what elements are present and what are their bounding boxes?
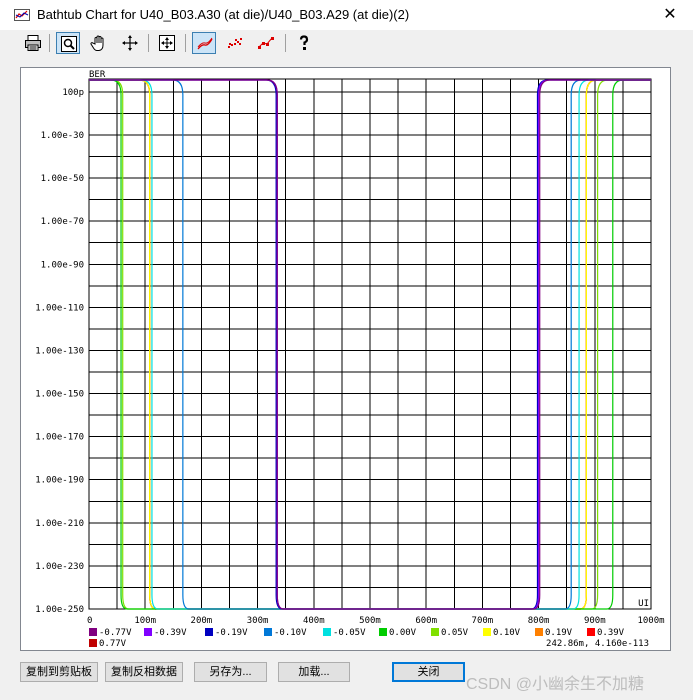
legend-swatch [323, 628, 331, 636]
close-button[interactable]: 关闭 [392, 662, 465, 682]
fit-view-button[interactable] [155, 32, 179, 54]
load-button[interactable]: 加载... [278, 662, 350, 682]
bathtub-chart-window: Bathtub Chart for U40_B03.A30 (at die)/U… [0, 0, 693, 700]
x-tick-label: 700m [472, 616, 494, 626]
legend-swatch [379, 628, 387, 636]
plot-area[interactable]: 100p 1.00e-30 1.00e-50 1.00e-70 1.00e-90 1.00… [20, 67, 671, 651]
legend-swatch [89, 628, 97, 636]
legend-label: -0.77V [99, 628, 132, 638]
legend-swatch [89, 639, 97, 647]
y-tick-label: 100p [62, 88, 84, 98]
line-dot-plot-icon [258, 37, 274, 49]
legend-label: -0.39V [154, 628, 187, 638]
cursor-readout: 242.86m, 4.160e-113 [546, 639, 649, 649]
y-tick-label: 1.00e-30 [41, 131, 84, 141]
legend-swatch [205, 628, 213, 636]
zoom-icon [61, 36, 77, 52]
toolbar-separator [285, 34, 286, 52]
fit-view-icon [159, 35, 175, 51]
y-tick-label: 1.00e-130 [35, 346, 84, 356]
x-tick-label: 200m [191, 616, 213, 626]
title-bar: Bathtub Chart for U40_B03.A30 (at die)/U… [0, 0, 693, 30]
line-plot-button[interactable] [192, 32, 216, 54]
y-tick-label: 1.00e-170 [35, 433, 84, 443]
y-tick-label: 1.00e-190 [35, 476, 84, 486]
legend-label: 0.19V [545, 628, 573, 638]
y-tick-label: 1.00e-50 [41, 174, 84, 184]
legend-label: 0.39V [597, 628, 625, 638]
y-tick-label: 1.00e-90 [41, 260, 84, 270]
copy-to-clipboard-button[interactable]: 复制到剪贴板 [20, 662, 98, 682]
x-tick-label: 400m [303, 616, 325, 626]
legend-swatch [431, 628, 439, 636]
help-icon [299, 35, 309, 50]
bathtub-chart[interactable]: 100p 1.00e-30 1.00e-50 1.00e-70 1.00e-90 1.00… [21, 68, 670, 650]
legend-swatch [587, 628, 595, 636]
y-tick-label: 1.00e-250 [35, 605, 84, 615]
x-tick-label: 500m [359, 616, 381, 626]
legend-label: -0.19V [215, 628, 248, 638]
x-tick-label: 300m [247, 616, 269, 626]
legend-label: 0.77V [99, 639, 127, 649]
pan-button[interactable] [87, 32, 111, 54]
dot-plot-button[interactable] [223, 32, 247, 54]
y-tick-label: 1.00e-230 [35, 562, 84, 572]
legend-label: 0.05V [441, 628, 469, 638]
save-as-button[interactable]: 另存为... [194, 662, 267, 682]
copy-inverse-data-button[interactable]: 复制反相数据 [105, 662, 183, 682]
legend-label: -0.10V [274, 628, 307, 638]
x-tick-label: 0 [87, 616, 92, 626]
crosshair-icon [122, 35, 138, 51]
zoom-button[interactable] [56, 32, 80, 54]
toolbar [0, 30, 693, 58]
close-window-button[interactable]: ✕ [647, 0, 693, 30]
dot-plot-icon [228, 38, 242, 48]
x-tick-label: 1000m [637, 616, 664, 626]
legend-swatch [483, 628, 491, 636]
y-tick-label: 1.00e-110 [35, 303, 84, 313]
legend-swatch [264, 628, 272, 636]
help-button[interactable] [292, 32, 316, 54]
toolbar-separator [49, 34, 50, 52]
y-tick-label: 1.00e-150 [35, 390, 84, 400]
window-title: Bathtub Chart for U40_B03.A30 (at die)/U… [37, 7, 410, 22]
pan-hand-icon [90, 35, 104, 51]
x-tick-label: 100m [134, 616, 156, 626]
line-dot-plot-button[interactable] [254, 32, 278, 54]
crosshair-button[interactable] [118, 32, 142, 54]
legend-label: 0.10V [493, 628, 521, 638]
print-button[interactable] [21, 32, 45, 54]
line-plot-icon [197, 37, 213, 50]
legend-label: -0.05V [333, 628, 366, 638]
legend-label: 0.00V [389, 628, 417, 638]
print-icon [25, 35, 41, 51]
y-axis-label: BER [89, 70, 106, 80]
x-tick-label: 900m [584, 616, 606, 626]
toolbar-separator [148, 34, 149, 52]
x-tick-label: 800m [528, 616, 550, 626]
legend-swatch [144, 628, 152, 636]
y-tick-label: 1.00e-70 [41, 217, 84, 227]
chart-app-icon [14, 9, 30, 21]
watermark: CSDN @小幽余生不加糖 [466, 676, 645, 693]
toolbar-separator [185, 34, 186, 52]
y-tick-label: 1.00e-210 [35, 519, 84, 529]
x-tick-label: 600m [415, 616, 437, 626]
x-axis-label: UI [638, 599, 649, 609]
legend-swatch [535, 628, 543, 636]
